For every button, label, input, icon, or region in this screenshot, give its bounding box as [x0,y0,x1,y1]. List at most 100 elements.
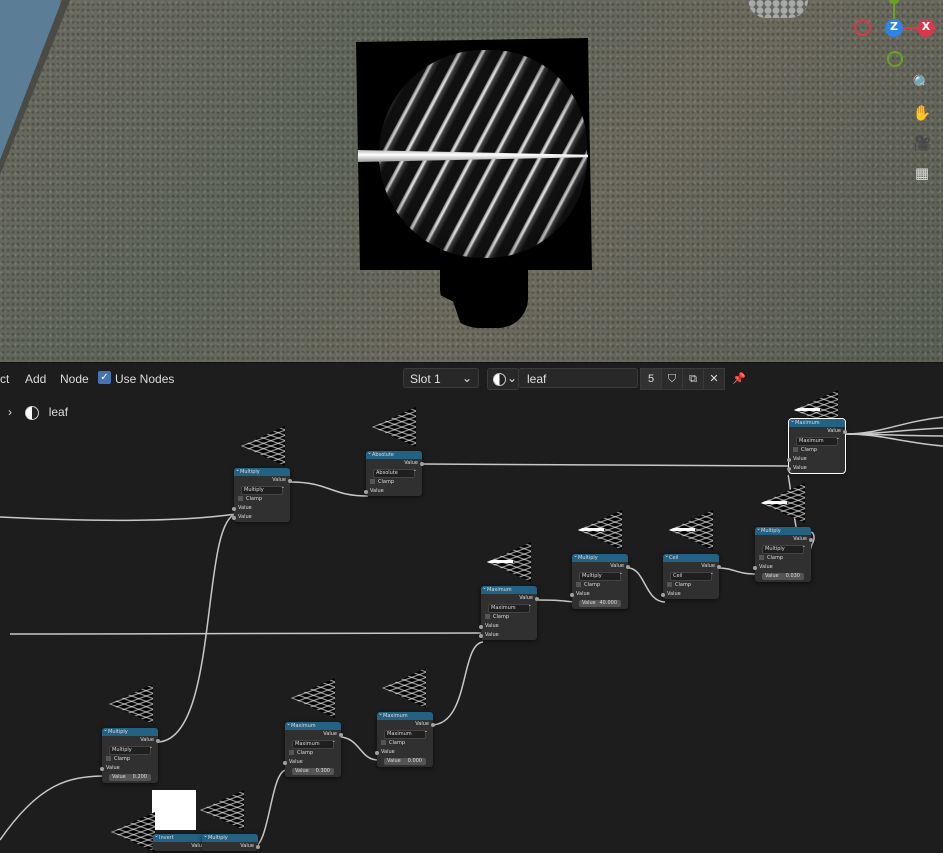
multiply-node[interactable]: Multiply Value Multiply Clamp Value Valu… [753,525,813,582]
slot-dropdown[interactable]: Slot 1 ⌄ [403,368,479,388]
input-value: Value [232,513,290,522]
material-sphere-icon [25,405,40,420]
gizmo-neg-y-icon[interactable] [887,51,903,67]
value-field[interactable]: Value 0.300 [292,768,334,775]
input-value: Value [787,464,845,473]
operation-dropdown[interactable]: Multiply [109,746,151,755]
input-value: Value [570,590,628,599]
material-name-field[interactable]: leaf [518,368,638,388]
pin-icon[interactable]: 📌 [728,368,750,390]
link [0,513,237,522]
operation-dropdown[interactable]: Multiply [762,545,804,554]
value-field[interactable]: Value 0.200 [109,774,151,781]
material-name: leaf [527,372,547,386]
user-count-badge[interactable]: 5 [640,368,662,390]
node-title: Maximum [377,710,433,720]
multiply-node[interactable]: Multiply Value Multiply Clamp Value Valu… [570,552,630,609]
camera-view-icon[interactable]: 🎥 [908,130,936,156]
node-title: Multiply [755,525,811,535]
menu-select[interactable]: ct [0,372,9,386]
output-value: Value [202,842,260,851]
operation-dropdown[interactable]: Maximum [292,740,334,749]
chevron-right-icon[interactable]: › [8,405,12,419]
invert-node[interactable]: Invert Value [153,832,211,851]
pan-hand-icon[interactable]: ✋ [908,100,936,126]
input-value: Value [283,758,341,767]
fake-user-shield-icon[interactable]: ⛉ [661,368,683,390]
gizmo-z-axis-icon[interactable]: Z [885,19,903,37]
operation-dropdown[interactable]: Absolute [373,469,415,478]
clamp-checkbox[interactable]: Clamp [663,581,719,590]
link [844,427,943,435]
clamp-checkbox[interactable]: Clamp [285,749,341,758]
gizmo-neg-x-icon[interactable] [854,19,871,36]
zoom-icon[interactable]: 🔍 [908,70,936,96]
output-value: Value [153,842,211,851]
operation-dropdown[interactable]: Maximum [384,730,426,739]
operation-dropdown[interactable]: Maximum [488,604,530,613]
breadcrumb: › leaf [8,405,68,420]
clamp-checkbox[interactable]: Clamp [377,739,433,748]
link [339,736,379,761]
link [717,567,758,575]
use-nodes-label: Use Nodes [115,372,175,386]
input-value: Value [232,504,290,513]
multiply-node[interactable]: Multiply Value Multiply Clamp Value Valu… [232,466,292,522]
3d-viewport[interactable]: Z X 🔍 ✋ 🎥 ▦ [0,0,943,362]
value-field[interactable]: Value 40.000 [579,600,621,607]
link [421,463,791,467]
node-editor-header: ct Add Node ✓ Use Nodes Slot 1 ⌄ ⌄ leaf … [0,362,943,394]
node-title: Maximum [481,584,537,594]
link [289,481,369,497]
slot-label: Slot 1 [410,372,441,386]
value-field[interactable]: Value 0.000 [384,758,426,765]
perspective-grid-icon[interactable]: ▦ [908,160,936,186]
value-field[interactable]: Value 0.030 [762,573,804,580]
clamp-checkbox[interactable]: Clamp [755,554,811,563]
operation-dropdown[interactable]: Multiply [241,486,283,495]
operation-dropdown[interactable]: Ceil [670,572,712,581]
operation-dropdown[interactable]: Multiply [579,572,621,581]
maximum-node[interactable]: Maximum Value Maximum Clamp Value Value [479,584,539,640]
node-title: Invert [153,832,209,842]
maximum-node-selected[interactable]: Maximum Value Maximum Clamp Value Value [787,417,847,474]
link [9,632,484,635]
sky-background [0,0,60,160]
clamp-checkbox[interactable]: Clamp [481,613,537,622]
shader-node-editor[interactable]: ct Add Node ✓ Use Nodes Slot 1 ⌄ ⌄ leaf … [0,362,943,853]
gizmo-x-label: X [921,20,931,33]
clamp-checkbox[interactable]: Clamp [572,581,628,590]
node-title: Multiply [234,466,290,476]
ceil-node[interactable]: Ceil Value Ceil Clamp Value [661,552,721,599]
menu-node[interactable]: Node [60,372,89,386]
multiply-node[interactable]: Multiply Value Multiply Clamp Value Valu… [100,726,160,783]
maximum-node[interactable]: Maximum Value Maximum Clamp Value Value0… [283,720,343,777]
multiply-node[interactable]: Multiply Value [202,832,260,851]
input-value: Value [753,563,811,572]
clamp-checkbox[interactable]: Clamp [102,755,158,764]
leaf-shadow [440,262,528,328]
operation-dropdown[interactable]: Maximum [796,437,838,446]
unlink-close-icon[interactable]: ✕ [703,368,725,390]
clamp-checkbox[interactable]: Clamp [234,495,290,504]
clamp-checkbox[interactable]: Clamp [789,446,845,455]
absolute-node[interactable]: Absolute Value Absolute Clamp Value [364,449,424,496]
duplicate-material-icon[interactable]: ⧉ [682,368,704,390]
gizmo-z-label: Z [890,20,898,33]
node-title: Multiply [202,832,258,842]
link [627,567,666,603]
node-title: Absolute [366,449,422,459]
maximum-node[interactable]: Maximum Value Maximum Clamp Value Value0… [375,710,435,767]
gizmo-x-axis-icon[interactable]: X [917,19,935,37]
menu-add[interactable]: Add [25,372,46,386]
input-value: Value [364,487,422,496]
input-value: Value [661,590,719,599]
input-value: Value [375,748,433,757]
clamp-checkbox[interactable]: Clamp [366,478,422,487]
material-browse-button[interactable]: ⌄ [487,368,519,390]
breadcrumb-material: leaf [48,405,69,419]
chevron-down-icon: ⌄ [461,371,472,385]
gizmo-y-top-icon[interactable] [889,0,899,4]
use-nodes-checkbox[interactable]: ✓ [98,371,111,384]
material-sphere-icon [493,373,506,386]
